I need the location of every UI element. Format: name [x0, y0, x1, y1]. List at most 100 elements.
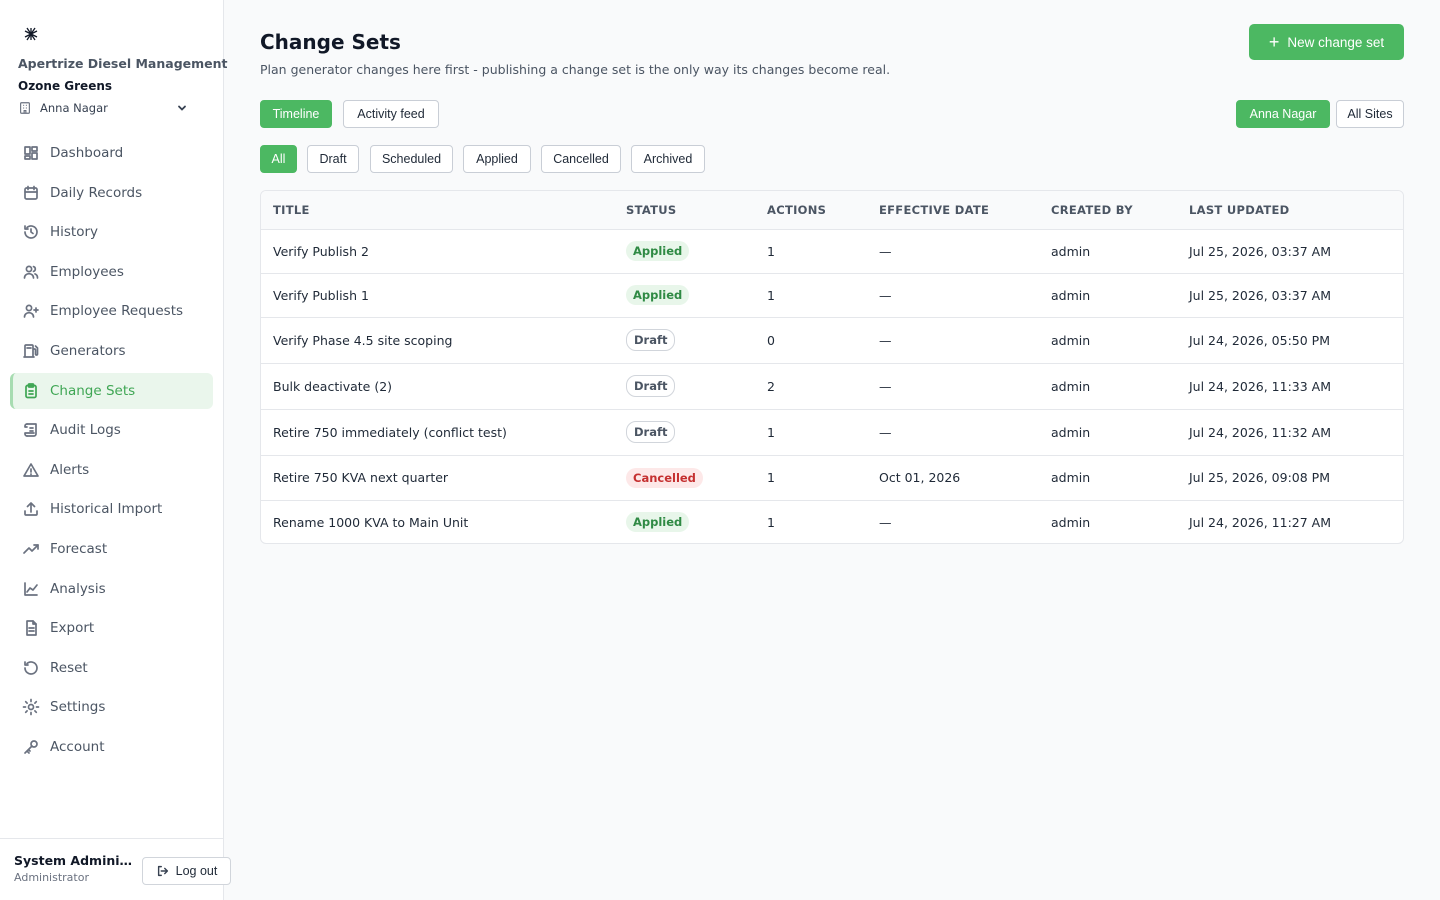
sidebar-item-settings[interactable]: Settings: [10, 689, 213, 725]
status-badge: Cancelled: [626, 467, 703, 488]
building-icon: [20, 102, 30, 114]
cell-status: Applied: [614, 500, 755, 543]
cell-effective-date: —: [867, 363, 1039, 410]
sidebar-item-label: Historical Import: [50, 501, 163, 518]
column-header[interactable]: TITLE: [261, 191, 614, 230]
cell-title: Bulk deactivate (2): [261, 363, 614, 410]
main-content: Change Sets Plan generator changes here …: [224, 0, 1440, 900]
sidebar-item-label: Analysis: [50, 580, 106, 597]
logout-button[interactable]: Log out: [142, 857, 231, 885]
change-sets-table: TITLE STATUS ACTIONS EFFECTIVE DATE CREA…: [260, 190, 1404, 544]
filter-scheduled[interactable]: Scheduled: [370, 145, 453, 173]
cell-last-updated: Jul 24, 2026, 05:50 PM: [1177, 317, 1403, 364]
sidebar-item-analysis[interactable]: Analysis: [10, 571, 213, 607]
sidebar-item-employees[interactable]: Employees: [10, 254, 213, 290]
cell-created-by: admin: [1039, 229, 1177, 274]
table-row[interactable]: Bulk deactivate (2) Draft 2— admin Jul 24, 2…: [261, 363, 1403, 410]
sidebar-item-change-sets[interactable]: Change Sets: [10, 372, 213, 409]
sidebar-item-audit-logs[interactable]: Audit Logs: [10, 412, 213, 448]
grid-icon: [22, 144, 40, 162]
status-badge: Applied: [626, 241, 690, 261]
sidebar-item-forecast[interactable]: Forecast: [10, 531, 213, 567]
app-logo-icon: [24, 27, 38, 41]
cell-status: Draft: [614, 409, 755, 456]
view-timeline-tab[interactable]: Timeline: [260, 100, 332, 128]
filter-archived[interactable]: Archived: [631, 145, 705, 173]
column-header[interactable]: CREATED BY: [1039, 191, 1177, 230]
status-badge: Draft: [626, 329, 676, 351]
sidebar-item-label: Account: [50, 738, 105, 755]
sidebar-item-label: Audit Logs: [50, 422, 121, 439]
cell-last-updated: Jul 25, 2026, 03:37 AM: [1177, 273, 1403, 318]
sidebar-item-employee-requests[interactable]: Employee Requests: [10, 293, 213, 329]
sidebar-item-daily-records[interactable]: Daily Records: [10, 175, 213, 211]
site-selector[interactable]: Anna Nagar: [18, 99, 188, 117]
sidebar-item-dashboard[interactable]: Dashboard: [10, 135, 213, 171]
table-row[interactable]: Verify Publish 2 Applied 1— admin Jul 25, 20…: [261, 229, 1403, 274]
cell-created-by: admin: [1039, 317, 1177, 364]
cell-created-by: admin: [1051, 514, 1091, 530]
sidebar-item-label: Dashboard: [50, 145, 124, 161]
column-header[interactable]: LAST UPDATED: [1177, 191, 1403, 230]
cell-actions: 1: [755, 273, 867, 318]
sidebar-item-label: Reset: [50, 659, 88, 676]
sidebar-item-label: Employee Requests: [50, 303, 184, 320]
table-row[interactable]: Rename 1000 KVA to Main Unit Applied 1 — adm…: [261, 500, 1403, 543]
table-row[interactable]: Retire 750 KVA next quarter Cancelled 1 Oct…: [261, 455, 1403, 501]
upload-icon: [22, 500, 40, 518]
page-title: Change Sets: [260, 30, 401, 54]
table-row[interactable]: Verify Publish 1 Applied 1— admin Jul 25, 20…: [261, 273, 1403, 318]
sidebar-item-reset[interactable]: Reset: [10, 650, 213, 686]
scope-all-sites-button[interactable]: All Sites: [1336, 100, 1404, 128]
user-name: System Administ...: [14, 853, 138, 868]
filter-applied[interactable]: Applied: [463, 145, 531, 173]
status-badge: Draft: [626, 421, 676, 443]
sidebar-item-label: Change Sets: [50, 382, 136, 399]
sidebar-item-historical-import[interactable]: Historical Import: [10, 491, 213, 527]
cell-created-by: admin: [1039, 273, 1177, 318]
filter-draft[interactable]: Draft: [307, 145, 359, 173]
cell-actions: 1: [755, 455, 867, 501]
table-row[interactable]: Retire 750 immediately (conflict test) Dr…: [261, 409, 1403, 456]
org-name: Ozone Greens: [18, 79, 113, 93]
sidebar-item-alerts[interactable]: Alerts: [10, 452, 213, 488]
filter-all[interactable]: All: [260, 145, 297, 173]
sidebar-item-label: Generators: [50, 342, 126, 359]
cell-title: Verify Phase 4.5 site scoping: [261, 317, 614, 364]
sidebar-item-account[interactable]: Account: [10, 729, 213, 765]
column-header[interactable]: ACTIONS: [755, 191, 867, 230]
sidebar-item-generators[interactable]: Generators: [10, 333, 213, 369]
user-plus-icon: [22, 302, 40, 320]
status-badge: Applied: [626, 285, 690, 305]
sidebar-item-label: Employees: [50, 263, 124, 280]
sidebar-item-label: History: [50, 224, 99, 241]
new-change-set-label: New change set: [1287, 34, 1385, 50]
scroll-icon: [22, 421, 40, 439]
cell-title: Retire 750 immediately (conflict test): [261, 409, 614, 456]
chevron-down-icon: [178, 105, 186, 111]
sidebar-item-export[interactable]: Export: [10, 610, 213, 646]
brand-block: Apertrize Diesel Management Ozone Greens…: [0, 0, 228, 117]
cell-last-updated: Jul 24, 2026, 11:27 AM: [1189, 514, 1331, 530]
new-change-set-button[interactable]: + New change set: [1249, 24, 1404, 60]
calendar-icon: [22, 184, 40, 202]
view-activity-feed-tab[interactable]: Activity feed: [343, 100, 439, 128]
sidebar-item-label: Export: [50, 620, 95, 637]
page-subtitle: Plan generator changes here first - publ…: [260, 62, 891, 77]
sidebar-item-history[interactable]: History: [10, 214, 213, 250]
clipboard-icon: [22, 382, 40, 400]
cell-last-updated: Jul 25, 2026, 09:08 PM: [1177, 455, 1403, 501]
table-row[interactable]: Verify Phase 4.5 site scoping Draft 0— admi…: [261, 317, 1403, 364]
cell-last-updated: Jul 24, 2026, 11:33 AM: [1177, 363, 1403, 410]
cell-actions: 2: [755, 363, 867, 410]
cell-created-by: admin: [1039, 363, 1177, 410]
cell-status: Applied: [614, 273, 755, 318]
sidebar-item-label: Settings: [50, 699, 106, 716]
filter-cancelled[interactable]: Cancelled: [541, 145, 621, 173]
column-header[interactable]: EFFECTIVE DATE: [867, 191, 1039, 230]
rotate-ccw-icon: [22, 659, 40, 677]
column-header[interactable]: STATUS: [614, 191, 755, 230]
site-selector-label: Anna Nagar: [40, 101, 108, 115]
trending-up-icon: [22, 540, 40, 558]
scope-site-button[interactable]: Anna Nagar: [1236, 100, 1330, 128]
